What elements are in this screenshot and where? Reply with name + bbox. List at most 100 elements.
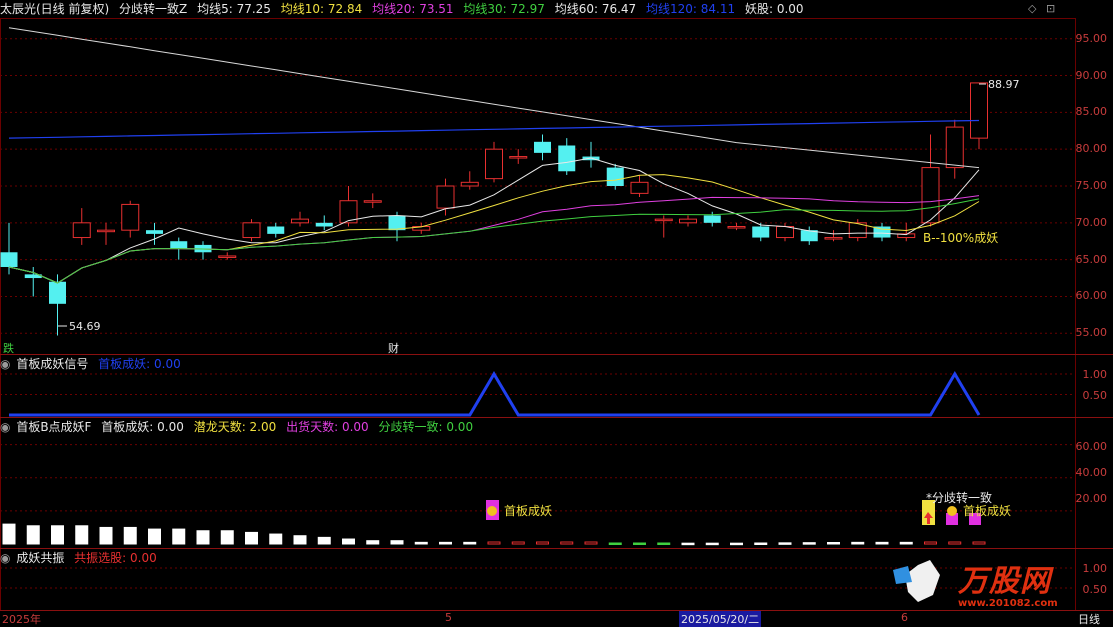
panel2-bar [536,541,549,545]
panel2-bar [148,528,161,545]
candle-body [97,229,115,233]
panel2-bar [2,523,16,545]
panel1-signal-line [9,371,981,417]
panel2-bar [390,540,404,545]
panel1-title[interactable]: 首板成妖信号 [16,357,88,371]
panel2-bar [75,525,89,545]
panel2-bar [414,541,428,545]
panel2-tick-60: 60.00 [1075,440,1108,453]
panel2-annotation-3: 首板成妖 [963,504,1012,518]
candle-body [267,226,285,234]
panel2-bar [948,541,962,545]
panel2-title[interactable]: 首板B点成妖F [16,420,91,434]
collapse-icon[interactable]: ◉ [0,420,10,434]
panel2-item-2: 潜龙天数: 2.00 [193,420,277,434]
candle-body [72,222,91,239]
candle-body [703,215,721,223]
bottom-axis: 2025年 5 2025/05/20/二 6 日线 [0,611,1113,627]
panel2-bar [269,533,283,545]
panel2-bar [730,542,743,546]
panel2-bar [463,541,477,545]
candle-body [606,167,624,186]
marker-die: 跌 [3,342,14,355]
panel2-bar [778,542,792,545]
collapse-icon[interactable]: ◉ [0,551,10,565]
panel2-bar [851,541,865,545]
panel2-bar [293,535,307,545]
price-tick-label: 95.00 [1075,31,1108,45]
signal-b-label: B--100%成妖 [923,231,999,245]
price-tick-label: 55.00 [1075,326,1108,340]
candle-body [363,200,382,203]
panel3-header: ◉ 成妖共振 共振选股: 0.00 [0,549,163,567]
axis-mark-5: 5 [445,611,452,624]
candle-body [146,230,163,234]
panel2-bar [924,541,937,545]
price-tick-label: 60.00 [1075,289,1108,303]
panel2-bar [172,528,186,545]
candle-body [534,141,551,153]
price-tick-label: 90.00 [1075,68,1108,82]
candle-body [485,148,503,180]
ma120-line [8,119,980,139]
candle-body [630,181,649,194]
candle-body [0,252,18,267]
low-price-label: 54.69 [69,320,101,333]
panel3-title[interactable]: 成妖共振 [16,551,64,565]
panel3-value: 共振选股: 0.00 [74,551,157,565]
price-chart[interactable] [0,0,1113,625]
panel2-item-3: 出货天数: 0.00 [286,420,369,434]
candle-body [776,226,794,239]
brand-url: www.201082.com [958,598,1058,609]
candle-body [970,82,988,139]
candle-body [460,181,479,187]
coin-icon [947,506,957,516]
candle-body [945,126,964,169]
coin-icon [487,506,497,516]
panel2-bar [220,530,234,545]
panel2-item-4: 分歧转一致: 0.00 [378,420,474,434]
panel2-bar [633,542,646,546]
panel1-value: 首板成妖: 0.00 [98,357,181,371]
panel1-tick-1: 1.00 [1082,368,1108,381]
candle-body [654,218,673,222]
panel2-bar [608,542,622,546]
candle-body [727,226,746,229]
candle-body [388,215,406,231]
panel2-bar [439,541,452,545]
panel2-bar [827,542,840,545]
panel2-bar [657,542,671,546]
candle-body [436,185,455,209]
panel2-bar [245,531,258,545]
price-tick-label: 80.00 [1075,142,1108,156]
panel2-tick-40: 40.00 [1075,466,1108,479]
panel2-bar [26,525,40,545]
price-tick-label: 70.00 [1075,215,1108,229]
panel2-bar [681,542,695,546]
panel2-bar [972,541,986,545]
high-price-label: 88.97 [988,78,1020,91]
panel2-header: ◉ 首板B点成妖F 首板成妖: 0.00 潜龙天数: 2.00 出货天数: 0.… [0,418,479,436]
bull-mascot-icon [893,566,912,584]
candle-body [509,156,528,159]
candle-body [679,218,697,224]
candle-body [170,241,188,249]
panel2-bar [899,541,913,545]
panel2-bar [99,526,113,545]
panel2-bar [584,541,598,545]
panel1-header: ◉ 首板成妖信号 首板成妖: 0.00 [0,355,187,373]
panel2-bar [754,542,768,546]
panel2-bar [196,530,210,545]
collapse-icon[interactable]: ◉ [0,357,10,371]
panel2-bar [875,541,889,545]
panel2-bar [560,541,574,545]
panel3-tick-1: 1.00 [1082,562,1108,575]
candle-body [49,281,66,304]
panel2-bar [317,536,331,545]
price-tick-label: 85.00 [1075,105,1108,119]
panel2-bar [366,540,380,545]
panel2-bar [123,526,137,545]
panel2-tick-20: 20.00 [1075,492,1108,505]
chart-frame [0,18,1076,611]
brand-logo: 万股网 [958,564,1051,599]
